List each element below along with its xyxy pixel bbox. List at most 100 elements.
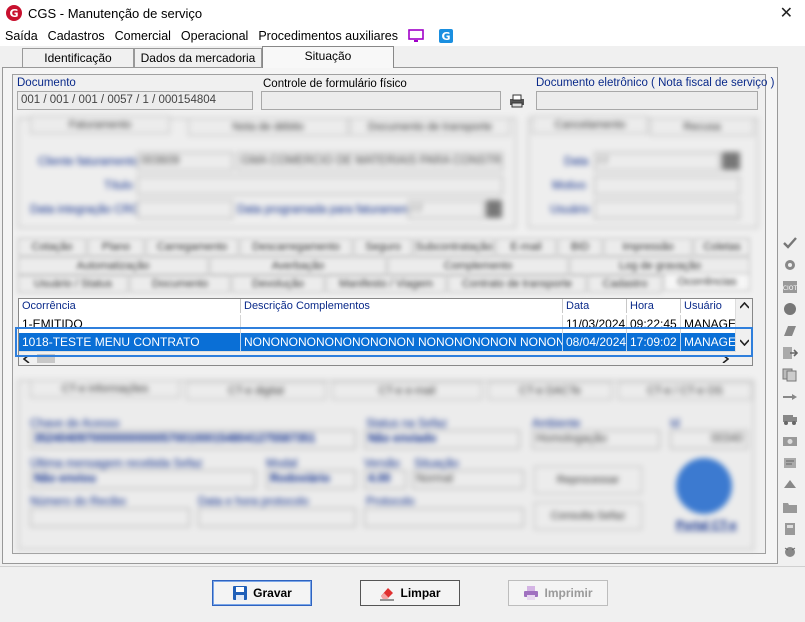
status-sefaz-field[interactable]: Não enviado (364, 430, 520, 449)
tab-ocorrencias[interactable]: Ocorrências (664, 273, 750, 291)
money-icon[interactable] (782, 434, 798, 448)
tab-dados-mercadoria[interactable]: Dados da mercadoria (134, 48, 262, 68)
tab-devolucao[interactable]: Devolução (232, 275, 324, 293)
tab-subcontratacao[interactable]: Subcontratação (414, 238, 494, 256)
motivo-field[interactable] (594, 176, 740, 195)
tab-cancelamento[interactable]: Cancelamento (532, 116, 648, 134)
protocolo-field[interactable] (364, 508, 524, 527)
tab-usuario-status[interactable]: Usuário / Status (18, 275, 128, 293)
arrow-shape-icon[interactable] (782, 478, 798, 492)
ambiente-field[interactable]: Homologação (532, 430, 660, 449)
calculator-icon[interactable] (782, 522, 798, 536)
gear-icon[interactable] (782, 258, 798, 272)
tab-nota-debito[interactable]: Nota de débito (188, 118, 348, 136)
cliente-code-field[interactable]: 003609 (137, 152, 233, 171)
menu-comercial[interactable]: Comercial (115, 29, 171, 43)
tab-seguro[interactable]: Seguro (354, 238, 412, 256)
stamp-icon[interactable] (782, 456, 798, 470)
numero-recibo-field[interactable] (30, 508, 190, 527)
tab-carregamento[interactable]: Carregamento (146, 238, 238, 256)
cancelamento-data-field[interactable]: / / (594, 152, 720, 171)
tab-recusa[interactable]: Recusa (650, 118, 754, 136)
table-row[interactable]: 1-EMITIDO 11/03/2024 09:22:45 MANAGER (19, 315, 736, 333)
circle-icon[interactable] (782, 302, 798, 316)
menu-procedimentos-auxiliares[interactable]: Procedimentos auxiliares (258, 29, 398, 43)
gravar-button[interactable]: Gravar (212, 580, 312, 606)
documento-field[interactable]: 001 / 001 / 001 / 0057 / 1 / 000154804 (17, 91, 253, 110)
tab-cte-email[interactable]: CT-e e-mail (332, 382, 482, 400)
tab-bid[interactable]: BID (558, 238, 602, 256)
ocorrencias-grid[interactable]: Ocorrência Descrição Complementos Data H… (18, 298, 753, 366)
table-row-selected[interactable]: 1018-TESTE MENU CONTRATO NONONONONONONON… (19, 333, 736, 351)
tab-email[interactable]: E-mail (496, 238, 556, 256)
tab-documento[interactable]: Documento (130, 275, 230, 293)
tab-plano[interactable]: Plano (88, 238, 144, 256)
hand-icon[interactable] (782, 390, 798, 404)
check-icon[interactable] (782, 236, 798, 250)
calendar-icon[interactable] (722, 152, 740, 170)
tab-descarregamento[interactable]: Descarregamento (240, 238, 352, 256)
data-protocolo-field[interactable] (198, 508, 356, 527)
data-programada-field[interactable]: / / (408, 200, 484, 219)
tab-cadastro[interactable]: Cadastro (588, 275, 662, 293)
chave-acesso-field[interactable]: 3524040970000000000057001000154804127558… (30, 430, 356, 449)
modal-field[interactable]: Rodoviário (266, 470, 356, 489)
scroll-thumb[interactable] (37, 354, 55, 363)
scroll-down-icon[interactable] (740, 339, 749, 346)
monitor-icon[interactable] (408, 29, 424, 43)
grid-vertical-scrollbar[interactable] (735, 299, 752, 365)
tab-manifesto-viagem[interactable]: Manifesto / Viagem (326, 275, 446, 293)
tag-icon[interactable] (782, 324, 798, 338)
tab-impressao[interactable]: Impressão (604, 238, 692, 256)
consulta-sefaz-button[interactable]: Consulta Sefaz (534, 502, 642, 530)
col-data[interactable]: Data (563, 299, 627, 313)
bug-icon[interactable] (782, 544, 798, 558)
tab-cte-informacoes[interactable]: CT-e informações (30, 380, 180, 398)
scroll-left-icon[interactable] (23, 355, 30, 363)
tab-complemento[interactable]: Complemento (388, 257, 568, 275)
col-descricao[interactable]: Descrição Complementos (241, 299, 563, 313)
cliente-name-field[interactable]: GMA COMERCIO DE MATERIAIS PARA CONSTRUCA (237, 152, 503, 171)
col-ocorrencia[interactable]: Ocorrência (19, 299, 241, 313)
scroll-up-icon[interactable] (740, 302, 749, 309)
tab-identificacao[interactable]: Identificação (22, 48, 134, 68)
usuario-field[interactable] (594, 200, 740, 219)
imprimir-button[interactable]: Imprimir (508, 580, 608, 606)
menu-cadastros[interactable]: Cadastros (48, 29, 105, 43)
g-app-icon[interactable]: G (438, 29, 454, 43)
calendar-icon[interactable] (486, 200, 502, 218)
menu-saida[interactable]: Saída (5, 29, 38, 43)
tab-documento-transporte[interactable]: Documento de transporte (350, 118, 510, 136)
tab-cte-dacte[interactable]: CT-e DACTe (488, 382, 612, 400)
tab-faturamento[interactable]: Faturamento (30, 116, 170, 134)
printer-icon[interactable] (508, 94, 526, 108)
titulo-field[interactable] (137, 176, 503, 195)
tab-cotacao[interactable]: Cotação (18, 238, 86, 256)
scroll-right-icon[interactable] (722, 355, 729, 363)
col-hora[interactable]: Hora (627, 299, 681, 313)
limpar-button[interactable]: Limpar (360, 580, 460, 606)
data-integracao-field[interactable] (137, 200, 233, 219)
tab-situacao[interactable]: Situação (262, 46, 394, 68)
documento-eletronico-field[interactable] (536, 91, 758, 110)
tab-cte-os[interactable]: CT-e / CT-e OS (618, 382, 752, 400)
tab-contrato-transporte[interactable]: Contrato de transporte (448, 275, 586, 293)
tab-cte-digital[interactable]: CT-e digital (186, 382, 326, 400)
menu-operacional[interactable]: Operacional (181, 29, 248, 43)
tab-averbacao[interactable]: Averbação (210, 257, 386, 275)
versao-field[interactable]: 4.00 (364, 470, 406, 489)
truck-icon[interactable] (782, 412, 798, 426)
portal-cte-icon[interactable] (676, 458, 732, 514)
col-usuario[interactable]: Usuário (681, 299, 736, 313)
grid-horizontal-scrollbar[interactable] (19, 351, 736, 365)
portal-cte-link[interactable]: Portal CT-e (676, 520, 737, 532)
controle-field[interactable] (261, 91, 501, 110)
reprocessar-button[interactable]: Reprocessar (534, 466, 642, 494)
situacao-select[interactable]: Normal (412, 470, 524, 489)
forward-doc-icon[interactable] (782, 346, 798, 360)
folder-icon[interactable] (782, 500, 798, 514)
ciot-icon[interactable]: CIOT (782, 280, 798, 294)
tab-coletas[interactable]: Coletas (694, 238, 750, 256)
tab-automatizacao[interactable]: Automatização (18, 257, 208, 275)
ultima-mensagem-field[interactable]: Não enviou (30, 470, 256, 489)
